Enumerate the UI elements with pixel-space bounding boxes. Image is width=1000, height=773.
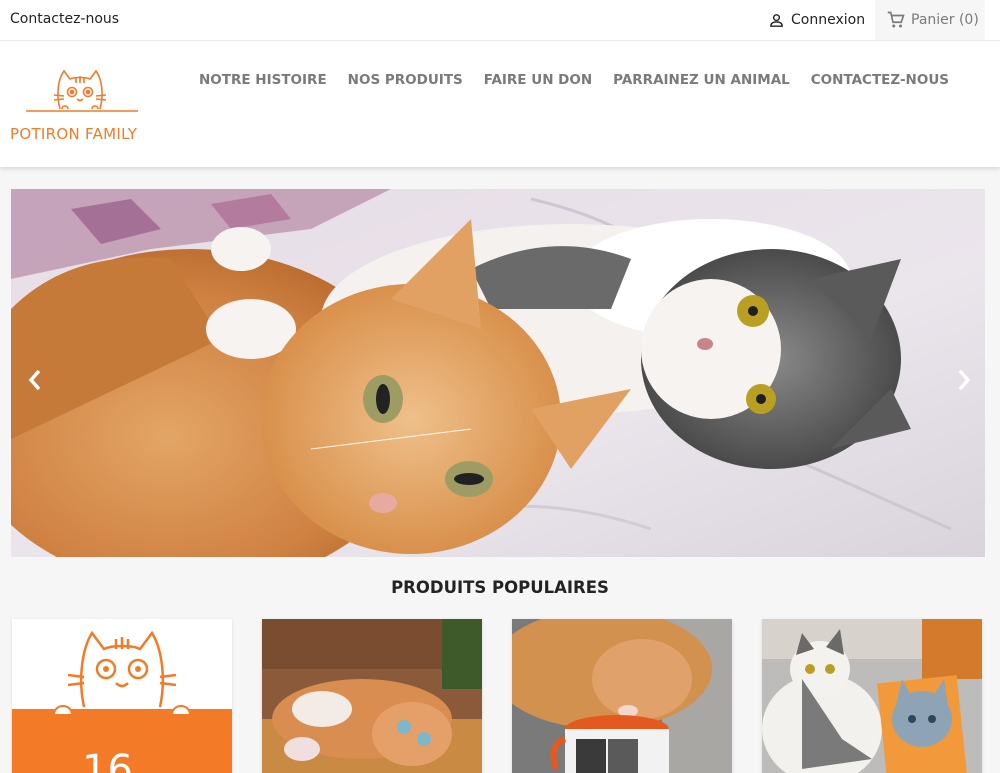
cat-logo-icon	[26, 69, 138, 112]
logo[interactable]: POTIRON FAMILY	[10, 65, 156, 149]
popular-products-title: PRODUITS POPULAIRES	[391, 578, 609, 597]
nav-item-notre-histoire[interactable]: NOTRE HISTOIRE	[199, 72, 327, 88]
chevron-right-icon	[958, 369, 971, 391]
cart-button[interactable]: Panier (0)	[875, 0, 985, 40]
login-label: Connexion	[791, 12, 866, 28]
nav-item-faire-un-don[interactable]: FAIRE UN DON	[484, 72, 592, 88]
product-image	[262, 619, 482, 773]
carousel-prev-button[interactable]	[23, 367, 47, 393]
product-card[interactable]: 16	[12, 619, 232, 773]
user-icon	[770, 13, 783, 27]
main-nav: NOTRE HISTOIRE NOS PRODUITS FAIRE UN DON…	[199, 72, 970, 88]
hero-carousel[interactable]	[11, 189, 985, 557]
cart-icon	[887, 11, 905, 28]
contact-link[interactable]: Contactez-nous	[10, 11, 119, 27]
hero-image	[11, 189, 985, 557]
product-partial-text: 16	[82, 747, 133, 773]
login-link[interactable]: Connexion	[768, 8, 865, 32]
cart-label: Panier (0)	[911, 12, 979, 28]
nav-item-nos-produits[interactable]: NOS PRODUITS	[348, 72, 463, 88]
product-card[interactable]	[762, 619, 982, 773]
product-card[interactable]	[262, 619, 482, 773]
product-image	[512, 619, 732, 773]
nav-item-contactez-nous[interactable]: CONTACTEZ-NOUS	[811, 72, 949, 88]
product-card[interactable]	[512, 619, 732, 773]
chevron-left-icon	[28, 369, 41, 391]
brand-name: POTIRON FAMILY	[10, 125, 138, 143]
nav-item-parrainez[interactable]: PARRAINEZ UN ANIMAL	[613, 72, 790, 88]
carousel-next-button[interactable]	[952, 367, 976, 393]
site-header: POTIRON FAMILY NOTRE HISTOIRE NOS PRODUI…	[0, 41, 1000, 167]
top-bar: Contactez-nous Connexion Panier (0)	[0, 0, 1000, 41]
product-image	[762, 619, 982, 773]
